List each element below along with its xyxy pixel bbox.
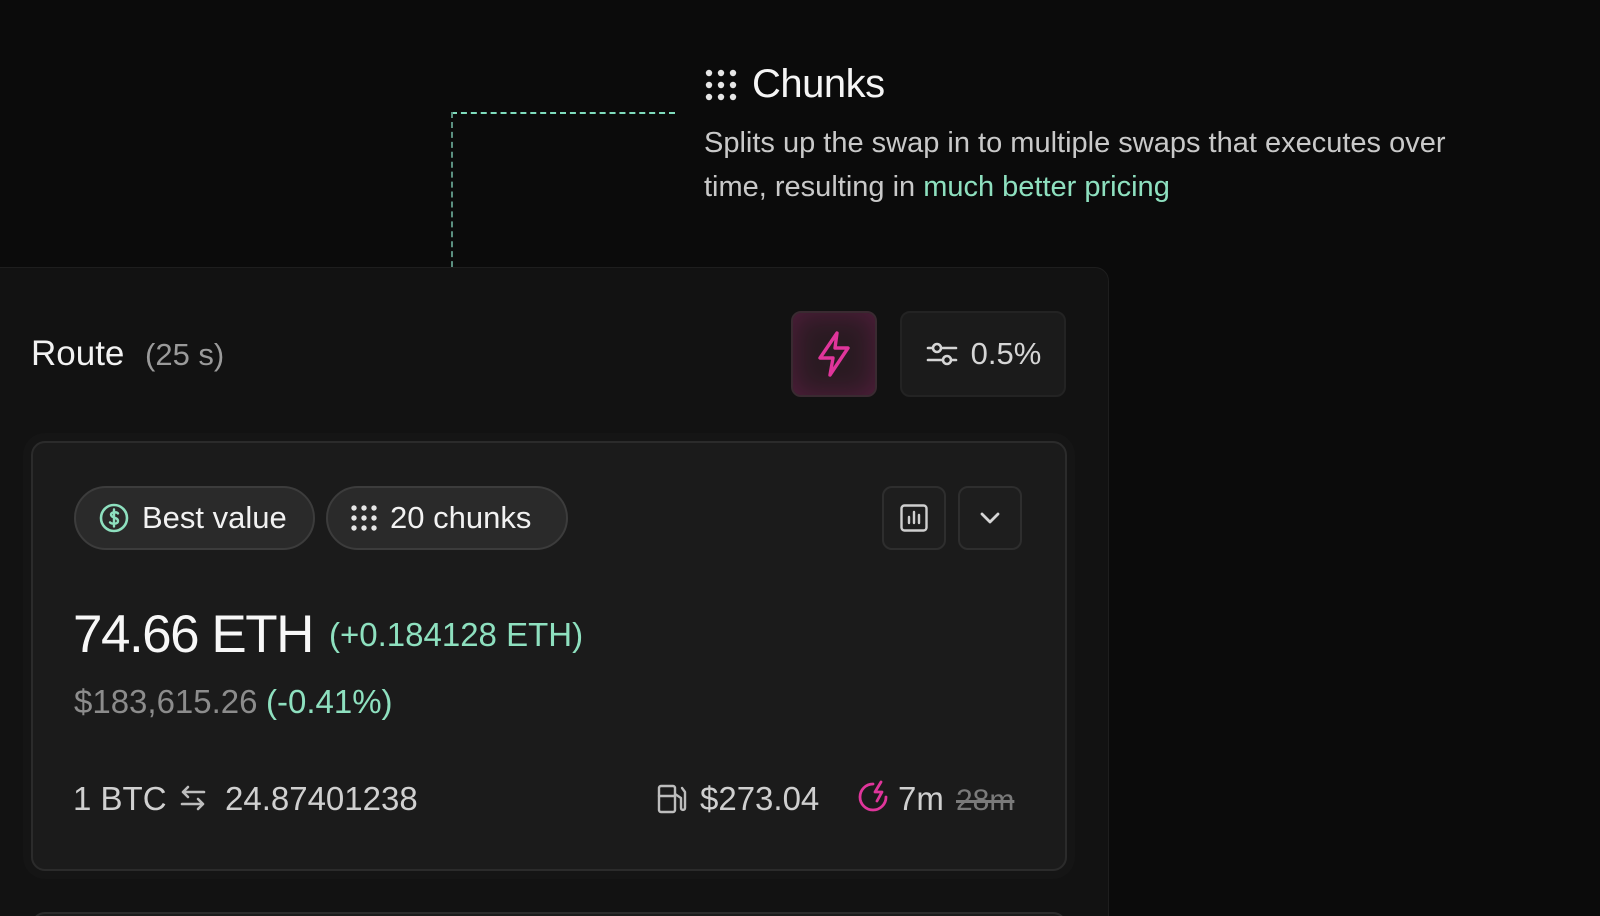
receive-amount-delta: (+0.184128 ETH) bbox=[329, 616, 584, 653]
sliders-icon bbox=[926, 342, 957, 366]
callout-title: Chunks bbox=[752, 62, 885, 106]
callout-title-row: Chunks bbox=[704, 62, 1524, 107]
dots-grid-icon bbox=[351, 505, 377, 531]
chunks-label: 20 chunks bbox=[390, 500, 532, 535]
route-title: Route bbox=[31, 334, 125, 373]
slippage-settings-button[interactable]: 0.5% bbox=[900, 311, 1066, 397]
best-value-badge: Best value bbox=[74, 486, 315, 550]
usd-change: (-0.41%) bbox=[266, 683, 393, 720]
previous-estimated-time: 28m bbox=[956, 784, 1015, 817]
callout-description-accent: much better pricing bbox=[923, 171, 1170, 203]
slippage-value: 0.5% bbox=[970, 336, 1042, 371]
chevron-down-icon bbox=[980, 512, 1000, 524]
lightning-bolt-icon bbox=[818, 331, 850, 377]
callout-connector-horizontal bbox=[451, 112, 675, 114]
usd-value: $183,615.26 bbox=[74, 683, 258, 720]
chunks-badge: 20 chunks bbox=[326, 486, 568, 550]
gas-fee: $273.04 bbox=[700, 780, 820, 817]
chunks-callout: Chunks Splits up the swap in to multiple… bbox=[704, 62, 1524, 209]
rate-to: 24.87401238 bbox=[225, 780, 418, 817]
dots-grid-icon bbox=[705, 69, 737, 100]
price-chart-button[interactable] bbox=[882, 486, 946, 550]
boost-button[interactable] bbox=[791, 311, 877, 397]
fast-timer-icon bbox=[858, 780, 888, 812]
best-value-label: Best value bbox=[142, 500, 287, 535]
estimated-time: 7m bbox=[898, 780, 944, 817]
callout-description: Splits up the swap in to multiple swaps … bbox=[704, 121, 1504, 209]
dollar-circle-icon bbox=[99, 503, 129, 533]
receive-amount: 74.66 ETH bbox=[73, 605, 314, 664]
next-route-card[interactable] bbox=[31, 912, 1067, 916]
route-refresh-timer: (25 s) bbox=[145, 337, 225, 372]
rate-from: 1 BTC bbox=[73, 780, 167, 817]
bar-chart-icon bbox=[900, 504, 928, 532]
expand-route-button[interactable] bbox=[958, 486, 1022, 550]
stage: Chunks Splits up the swap in to multiple… bbox=[0, 0, 1600, 916]
gas-pump-icon bbox=[657, 784, 687, 814]
swap-arrows-icon bbox=[180, 785, 206, 811]
